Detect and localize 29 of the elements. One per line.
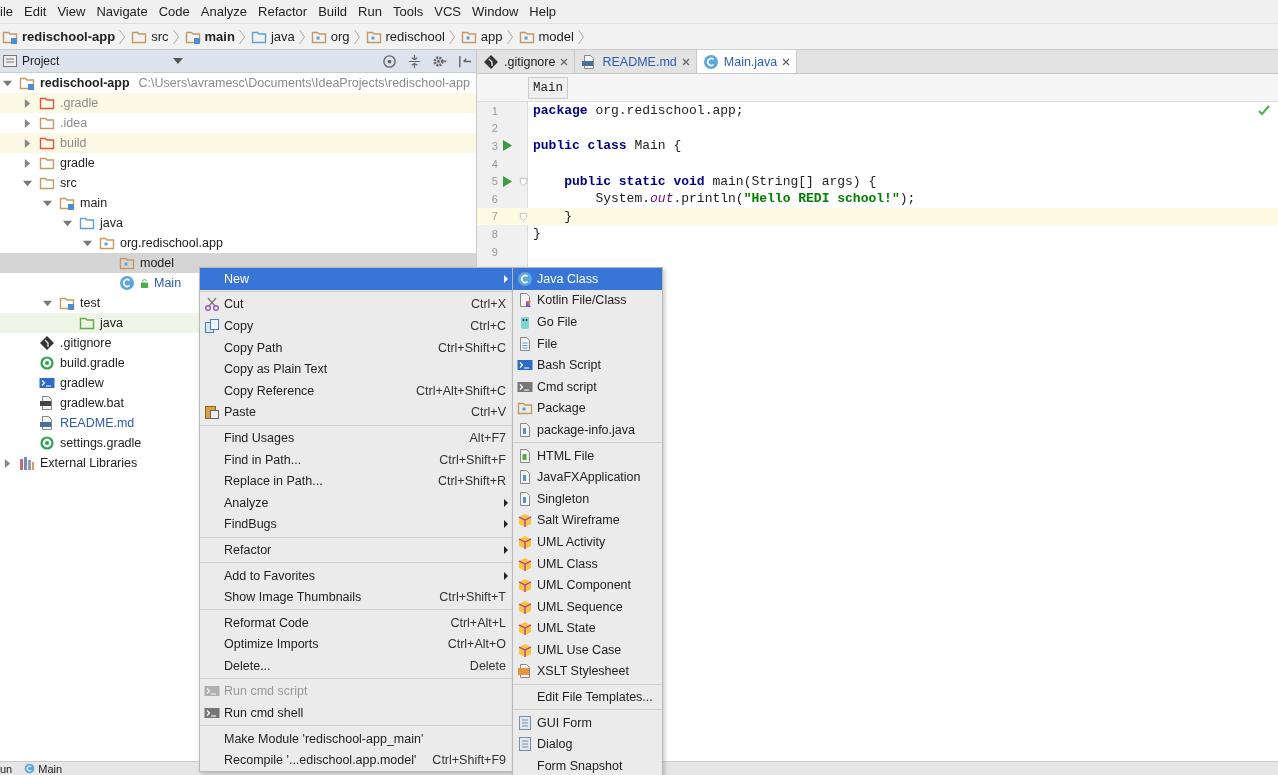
line-number: 5 (490, 175, 498, 188)
shortcut-label: Ctrl+Alt+L (450, 615, 507, 630)
shortcut-label: Ctrl+V (470, 405, 507, 420)
shortcut-label: Ctrl+Shift+F (439, 452, 507, 467)
shortcut-label: Delete (469, 658, 507, 673)
shortcut-label: Ctrl+Shift+F9 (432, 753, 507, 768)
shortcut-label: Ctrl+Shift+T (439, 590, 507, 605)
line-number: 6 (490, 192, 498, 205)
path-label: C:\Users\avramesc\Documents\IdeaProjects\redischool-app (138, 76, 470, 90)
code-text: public static void main(String[] args) { (563, 173, 877, 189)
shortcut-label: Ctrl+Shift+R (437, 474, 507, 489)
code-text: } (563, 208, 572, 224)
line-number: 8 (490, 227, 498, 240)
shortcut-label: Ctrl+X (470, 297, 507, 312)
line-number: 4 (490, 157, 498, 170)
line-number: 3 (490, 140, 498, 152)
shortcut-label: Alt+F7 (469, 430, 507, 445)
shortcut-label: Ctrl+C (470, 319, 507, 333)
code-text: System.out.println("Hello REDI school!"); (594, 191, 916, 207)
line-number: 9 (490, 245, 498, 258)
line-number: 7 (490, 210, 498, 223)
shortcut-label: Ctrl+Alt+Shift+C (416, 383, 507, 398)
code-text: package org.redischool.app; (532, 103, 744, 119)
shortcut-label: Ctrl+Alt+O (447, 637, 507, 652)
code-text: } (532, 226, 541, 242)
shortcut-label: Ctrl+Shift+C (437, 340, 507, 355)
code-text: public class Main { (532, 138, 682, 154)
line-number: 2 (490, 122, 498, 135)
line-number: 1 (490, 104, 498, 117)
